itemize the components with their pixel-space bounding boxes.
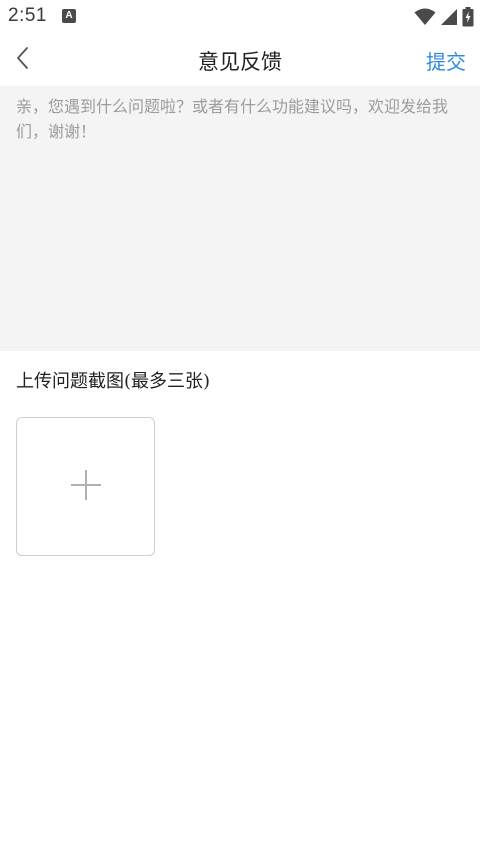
- status-bar: 2:51 A: [0, 0, 480, 34]
- plus-icon: [69, 468, 103, 506]
- wifi-icon: [410, 8, 436, 26]
- notification-a-icon: A: [62, 9, 76, 23]
- upload-label: 上传问题截图(最多三张): [16, 371, 211, 392]
- nav-bar: 意见反馈 提交: [0, 34, 480, 86]
- submit-button[interactable]: 提交: [426, 46, 466, 75]
- feedback-input[interactable]: [0, 86, 480, 351]
- battery-charging-icon: [458, 7, 474, 27]
- status-time: 2:51: [8, 5, 47, 26]
- status-icons: [410, 6, 474, 28]
- back-button[interactable]: [6, 42, 40, 78]
- cellular-signal-icon: [436, 8, 458, 26]
- chevron-left-icon: [15, 46, 31, 74]
- add-screenshot-button[interactable]: [16, 417, 155, 556]
- page-title: 意见反馈: [198, 50, 282, 74]
- feedback-area: [0, 86, 480, 351]
